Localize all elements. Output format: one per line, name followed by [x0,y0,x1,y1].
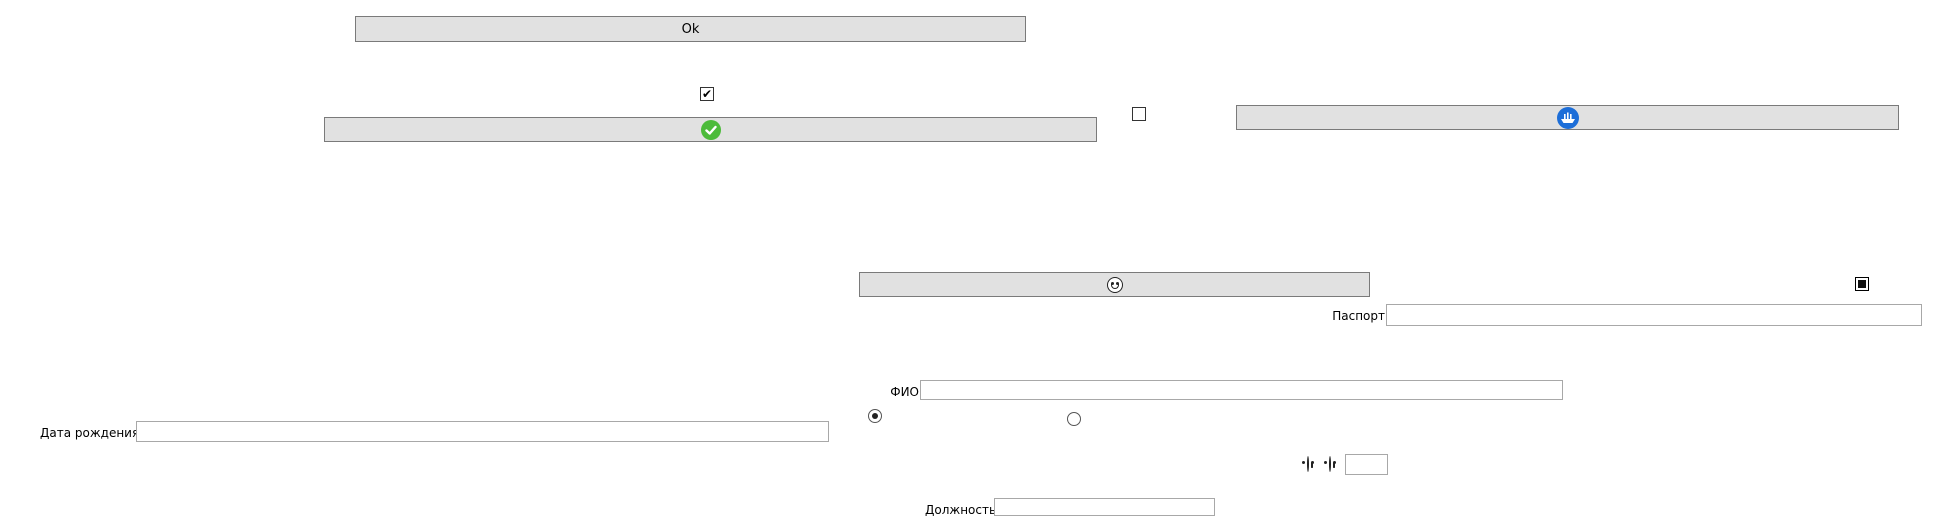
radio-option-1[interactable] [868,409,882,423]
emoji-field[interactable] [1345,454,1388,475]
checkbox-middle[interactable] [1132,107,1146,121]
checkbox-top[interactable]: ✔ [700,87,714,101]
grinning-face-icon [1329,456,1335,472]
boat-icon-button[interactable] [1236,105,1899,130]
boat-circle-blue-icon [1556,106,1579,129]
indeterminate-mark-icon [1858,280,1866,288]
ok-button[interactable]: Ok [355,16,1026,42]
checkmark-icon: ✔ [701,87,713,101]
ok-button-label: Ok [681,21,700,37]
radio-selected-dot [872,413,878,419]
emoji-button[interactable] [859,272,1370,297]
passport-field[interactable] [1386,304,1922,326]
laughing-face-icon [1307,456,1313,472]
fio-field[interactable] [920,380,1563,400]
passport-label: Паспорт [1332,309,1385,323]
radio-option-2[interactable] [1067,412,1081,426]
laughing-face-icon [1106,276,1123,293]
check-circle-green-icon [700,119,721,140]
checkbox-right[interactable] [1855,277,1869,291]
birthdate-field[interactable] [136,421,829,442]
confirm-icon-button[interactable] [324,117,1097,142]
birthdate-label: Дата рождения [40,426,140,440]
fio-label: ФИО [890,385,919,399]
position-field[interactable] [994,498,1215,516]
